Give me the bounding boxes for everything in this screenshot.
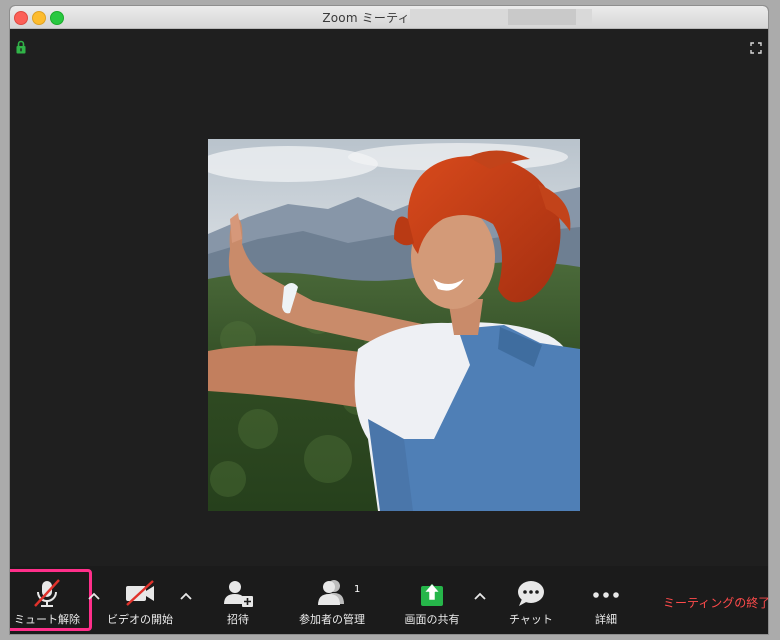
chat-icon: [513, 578, 549, 608]
participant-photo: [208, 139, 580, 511]
video-off-icon: [122, 578, 158, 608]
chat-label: チャット: [509, 613, 553, 626]
video-options-caret[interactable]: [178, 588, 194, 604]
chat-button[interactable]: チャット: [506, 566, 556, 628]
share-screen-button[interactable]: 画面の共有: [400, 566, 464, 628]
more-button[interactable]: 詳細: [588, 566, 624, 628]
share-screen-icon: [414, 578, 450, 608]
audio-options-caret[interactable]: [86, 588, 102, 604]
manage-participants-button[interactable]: 1 参加者の管理: [294, 566, 370, 628]
chevron-up-icon: [180, 592, 192, 600]
invite-icon: [220, 578, 256, 608]
meeting-toolbar: ミュート解除 ビデオの開始 招待 1 参加者の管理 画面の共有 チャット 詳細 …: [10, 566, 768, 634]
title-bar: Zoom ミーティング ID:: [10, 6, 768, 29]
more-icon: [588, 578, 624, 608]
share-screen-label: 画面の共有: [404, 613, 460, 626]
fullscreen-icon[interactable]: [750, 42, 762, 54]
more-label: 詳細: [595, 613, 617, 626]
zoom-meeting-window: Zoom ミーティング ID: ミュート解除 ビデオの開始 招待 1 参加者の管…: [10, 6, 768, 634]
chevron-up-icon: [474, 592, 486, 600]
unmute-highlight-box: [10, 569, 92, 631]
participants-count: 1: [354, 584, 361, 595]
unmute-button[interactable]: ミュート解除: [10, 566, 92, 631]
share-options-caret[interactable]: [472, 588, 488, 604]
end-meeting-button[interactable]: ミーティングの終了: [663, 594, 768, 611]
chevron-up-icon: [88, 592, 100, 600]
lock-icon[interactable]: [16, 40, 26, 54]
start-video-button[interactable]: ビデオの開始: [104, 566, 176, 628]
meeting-id-redaction-2: [508, 9, 576, 25]
manage-participants-label: 参加者の管理: [299, 613, 365, 626]
invite-button[interactable]: 招待: [216, 566, 260, 628]
invite-label: 招待: [227, 613, 249, 626]
window-title: Zoom ミーティング ID:: [322, 11, 456, 25]
participants-icon: 1: [314, 578, 360, 608]
start-video-label: ビデオの開始: [107, 613, 173, 626]
participant-video: [208, 139, 580, 511]
